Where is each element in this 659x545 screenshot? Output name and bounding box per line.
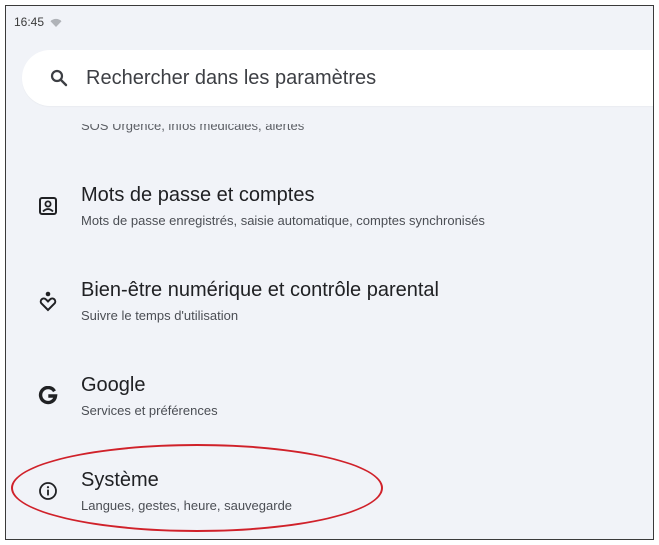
settings-item-subtitle: Langues, gestes, heure, sauvegarde (81, 498, 293, 513)
settings-item-title: Bien-être numérique et contrôle parental (81, 279, 439, 301)
wellbeing-icon (36, 289, 60, 313)
settings-item-google[interactable]: Google Services et préférences (6, 374, 653, 444)
partial-item-subtitle[interactable]: SOS Urgence, infos médicales, alertes (81, 124, 304, 133)
settings-item-system[interactable]: Système Langues, gestes, heure, sauvegar… (6, 469, 653, 539)
settings-item-title: Système (81, 469, 159, 491)
settings-item-title: Google (81, 374, 146, 396)
settings-item-subtitle: Services et préférences (81, 403, 218, 418)
info-icon (36, 479, 60, 503)
settings-item-digital-wellbeing[interactable]: Bien-être numérique et contrôle parental… (6, 279, 653, 349)
search-placeholder: Rechercher dans les paramètres (86, 66, 377, 89)
status-bar: 16:45 (14, 14, 62, 30)
wifi-icon (50, 17, 62, 27)
account-box-icon (36, 194, 60, 218)
settings-item-subtitle: Mots de passe enregistrés, saisie automa… (81, 213, 485, 228)
settings-item-subtitle: Suivre le temps d'utilisation (81, 308, 239, 323)
settings-item-passwords-accounts[interactable]: Mots de passe et comptes Mots de passe e… (6, 184, 653, 254)
settings-item-title: Mots de passe et comptes (81, 184, 315, 206)
search-bar[interactable]: Rechercher dans les paramètres (22, 50, 653, 106)
search-icon (48, 67, 70, 89)
google-g-icon (36, 384, 60, 408)
settings-screen: 16:45 Rechercher dans les paramètres SOS… (5, 5, 654, 540)
status-time: 16:45 (14, 15, 45, 29)
